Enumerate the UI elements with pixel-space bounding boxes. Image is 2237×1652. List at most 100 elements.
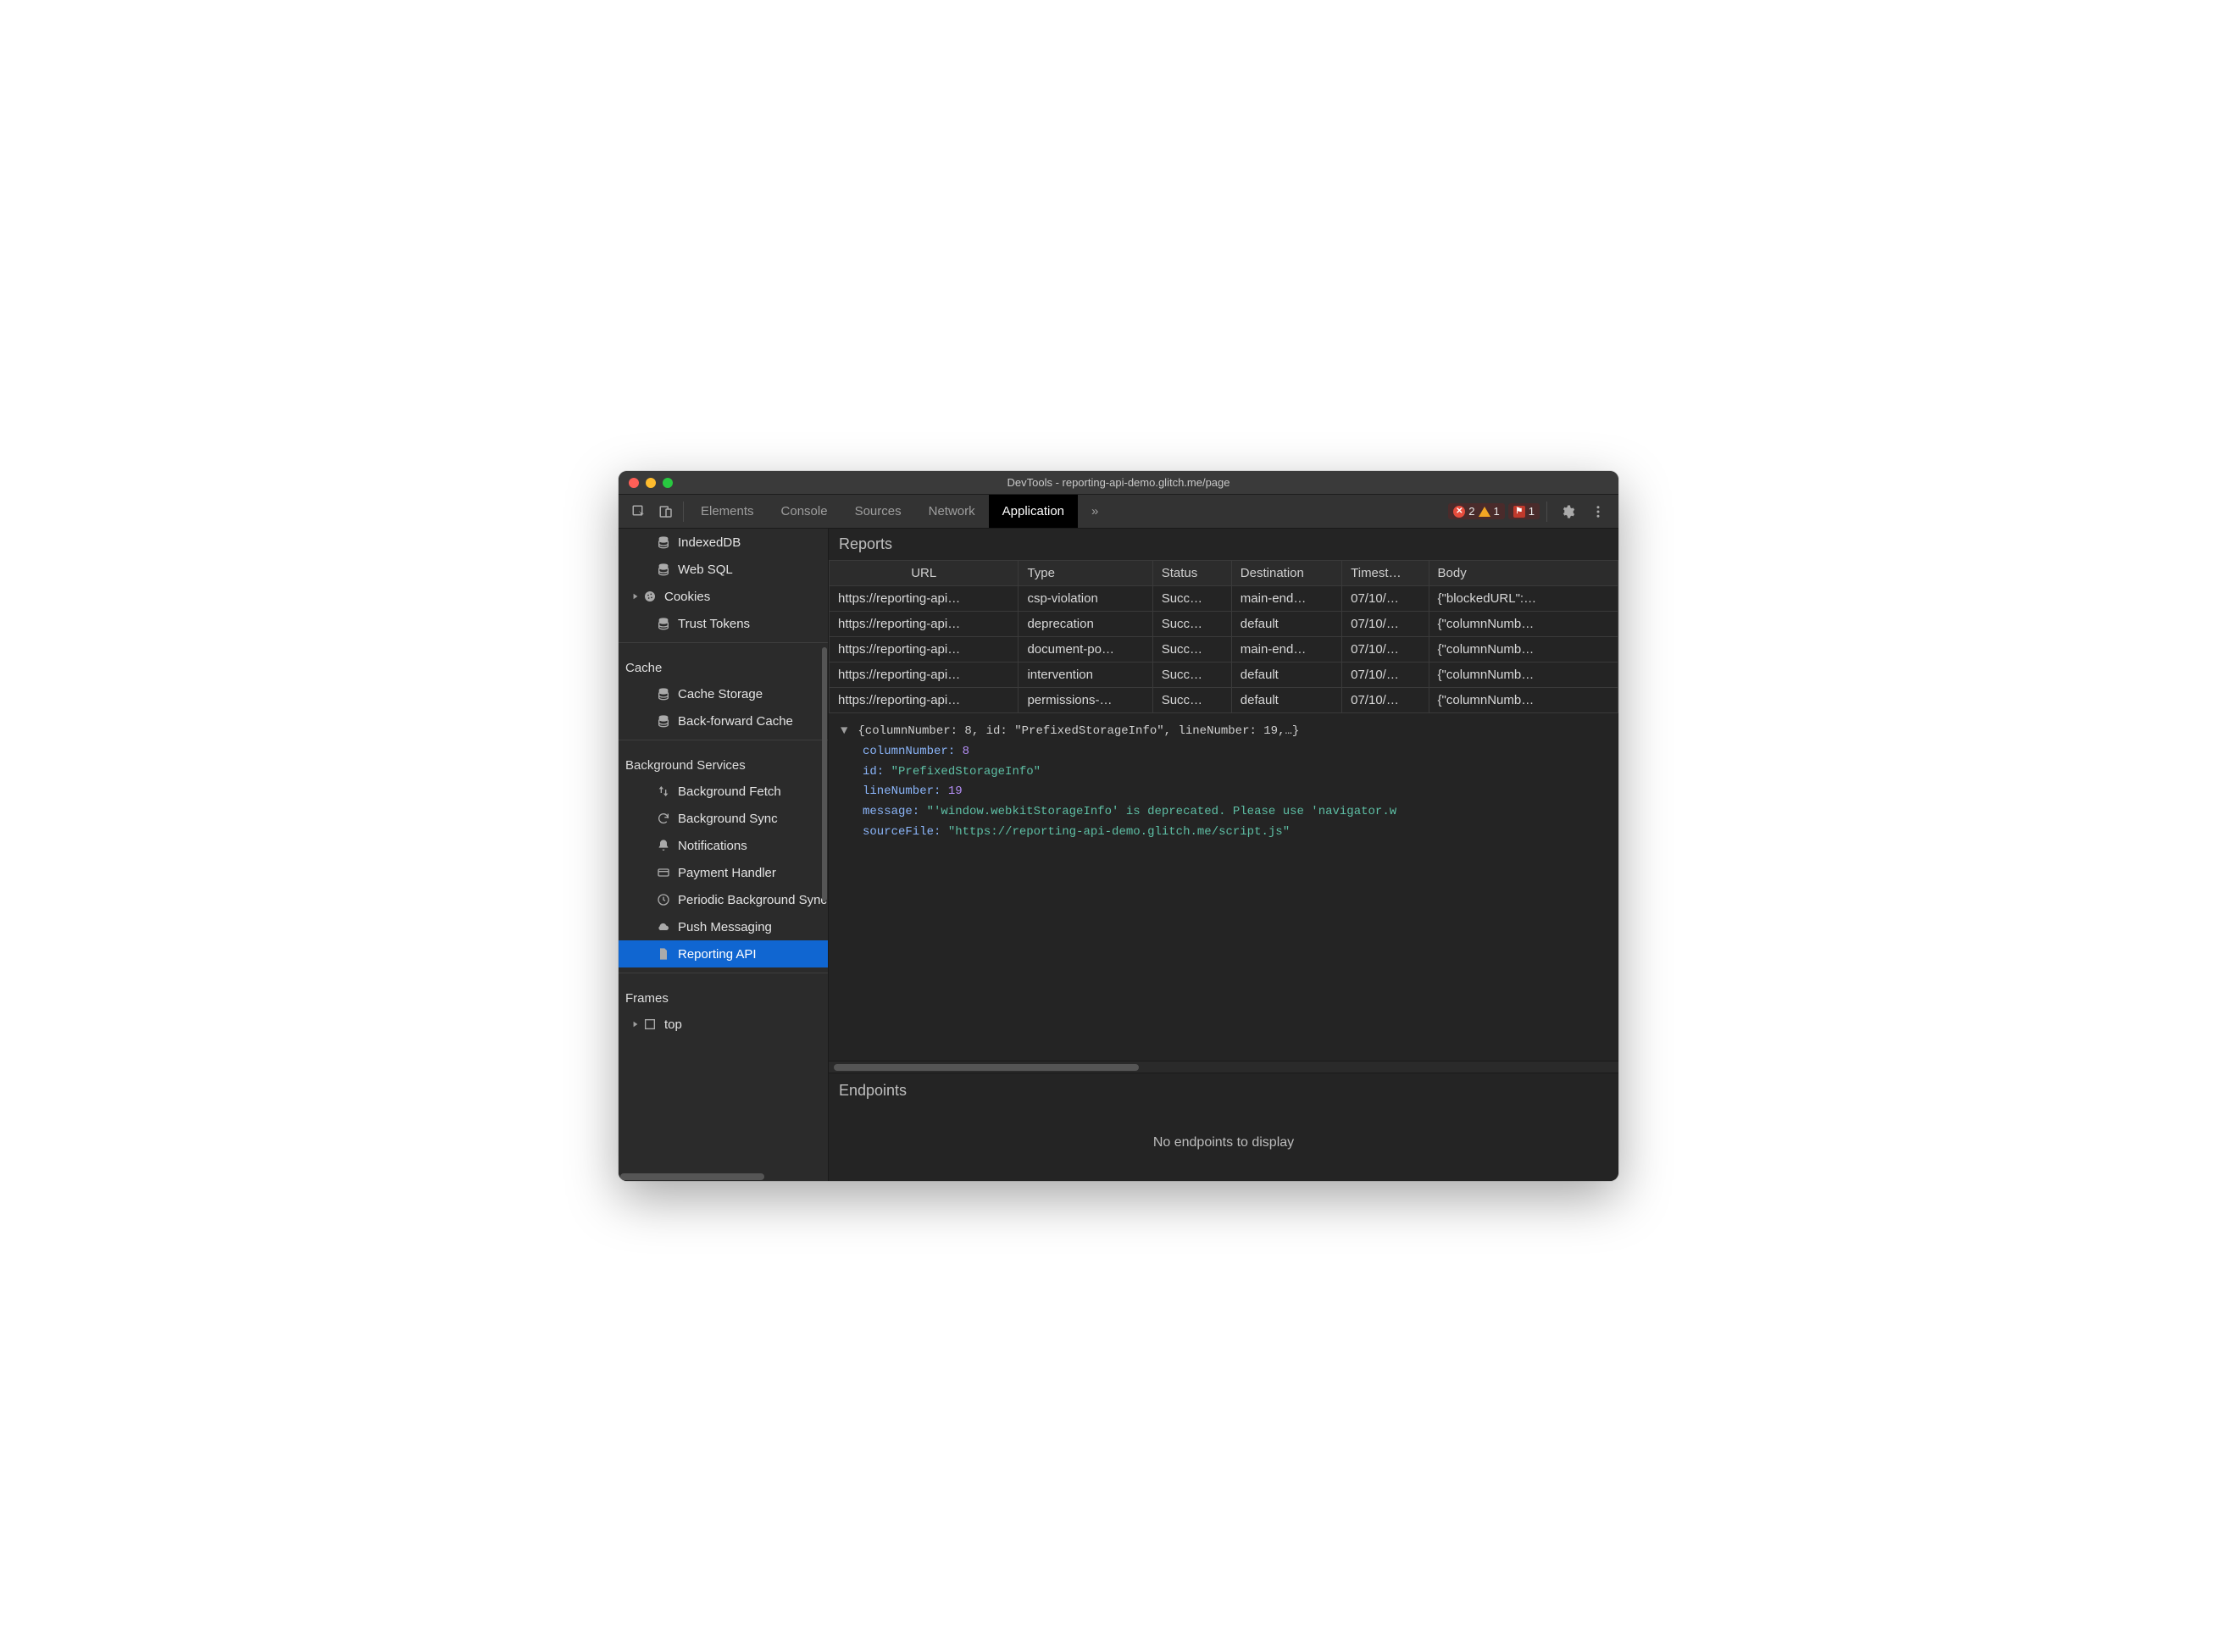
detail-value: "https://reporting-api-demo.glitch.me/sc… [948, 825, 1290, 839]
table-cell-url: https://reporting-api… [830, 688, 1019, 713]
tab-elements[interactable]: Elements [687, 495, 768, 528]
sidebar-item-push-messaging[interactable]: Push Messaging [619, 913, 828, 940]
sidebar-item-label: Periodic Background Sync [678, 893, 827, 907]
toolbar: Elements Console Sources Network Applica… [619, 495, 1618, 529]
sidebar-item-indexeddb[interactable]: IndexedDB [619, 529, 828, 556]
sidebar-item-background-fetch[interactable]: Background Fetch [619, 778, 828, 805]
database-icon [656, 616, 671, 631]
reports-table: URLTypeStatusDestinationTimest…Body http… [829, 560, 1618, 713]
table-cell-body: {"blockedURL":… [1429, 586, 1618, 612]
tab-application[interactable]: Application [989, 495, 1078, 528]
sidebar-group-frames: Frames [619, 978, 828, 1011]
expand-triangle-icon[interactable] [630, 593, 641, 600]
bell-icon [656, 838, 671, 853]
table-cell-type: intervention [1019, 662, 1152, 688]
inspect-element-icon[interactable] [625, 498, 652, 525]
sidebar-item-label: Cookies [664, 590, 710, 604]
sidebar-vertical-scrollbar[interactable] [822, 647, 827, 901]
detail-key: columnNumber: [863, 745, 955, 758]
maximize-window-button[interactable] [663, 478, 673, 488]
table-cell-destination: default [1231, 612, 1341, 637]
issues-chip[interactable]: ⚑ 1 [1508, 503, 1540, 519]
reports-section-title: Reports [829, 529, 1618, 560]
table-cell-url: https://reporting-api… [830, 662, 1019, 688]
table-cell-type: permissions-… [1019, 688, 1152, 713]
sidebar-item-periodic-background-sync[interactable]: Periodic Background Sync [619, 886, 828, 913]
sync-icon [656, 811, 671, 826]
sidebar-group-background-services: Background Services [619, 746, 828, 778]
tab-console[interactable]: Console [768, 495, 841, 528]
sidebar-item-back-forward-cache[interactable]: Back-forward Cache [619, 707, 828, 735]
table-cell-status: Succ… [1152, 612, 1231, 637]
table-cell-timestamp: 07/10/… [1342, 612, 1429, 637]
window-title: DevTools - reporting-api-demo.glitch.me/… [619, 476, 1618, 489]
table-cell-body: {"columnNumb… [1429, 688, 1618, 713]
error-count: 2 [1468, 505, 1474, 518]
toolbar-divider [1546, 502, 1547, 522]
sidebar-separator [619, 642, 828, 643]
sidebar-item-trust-tokens[interactable]: Trust Tokens [619, 610, 828, 637]
panel-tabs: Elements Console Sources Network Applica… [687, 495, 1112, 528]
tab-sources[interactable]: Sources [841, 495, 915, 528]
reports-column-header[interactable]: Destination [1231, 561, 1341, 586]
sidebar-item-label: Cache Storage [678, 687, 763, 701]
sidebar-item-label: Notifications [678, 839, 747, 853]
tab-more[interactable]: » [1078, 495, 1112, 528]
detail-key: lineNumber: [863, 784, 941, 798]
warning-count: 1 [1494, 505, 1500, 518]
sidebar-item-payment-handler[interactable]: Payment Handler [619, 859, 828, 886]
table-row[interactable]: https://reporting-api…interventionSucc…d… [830, 662, 1618, 688]
file-icon [656, 946, 671, 962]
sidebar-item-background-sync[interactable]: Background Sync [619, 805, 828, 832]
reports-column-header[interactable]: URL [830, 561, 1019, 586]
table-cell-status: Succ… [1152, 688, 1231, 713]
scrollbar-thumb[interactable] [834, 1064, 1139, 1071]
sidebar-item-cookies[interactable]: Cookies [619, 583, 828, 610]
table-row[interactable]: https://reporting-api…deprecationSucc…de… [830, 612, 1618, 637]
expand-triangle-icon[interactable] [630, 1021, 641, 1028]
cloud-icon [656, 919, 671, 934]
table-cell-timestamp: 07/10/… [1342, 688, 1429, 713]
main-horizontal-scrollbar[interactable] [829, 1061, 1618, 1073]
table-cell-body: {"columnNumb… [1429, 662, 1618, 688]
detail-key: sourceFile: [863, 825, 941, 839]
window-controls [619, 478, 673, 488]
sidebar-item-web-sql[interactable]: Web SQL [619, 556, 828, 583]
reports-column-header[interactable]: Timest… [1342, 561, 1429, 586]
updown-icon [656, 784, 671, 799]
sidebar-item-reporting-api[interactable]: Reporting API [619, 940, 828, 967]
scrollbar-thumb[interactable] [620, 1173, 764, 1180]
detail-summary[interactable]: {columnNumber: 8, id: "PrefixedStorageIn… [858, 724, 1299, 738]
table-row[interactable]: https://reporting-api…document-po…Succ…m… [830, 637, 1618, 662]
table-cell-url: https://reporting-api… [830, 612, 1019, 637]
table-cell-destination: main-end… [1231, 637, 1341, 662]
sidebar-horizontal-scrollbar[interactable] [619, 1172, 828, 1181]
table-cell-destination: default [1231, 688, 1341, 713]
titlebar: DevTools - reporting-api-demo.glitch.me/… [619, 471, 1618, 495]
reports-column-header[interactable]: Type [1019, 561, 1152, 586]
expand-triangle-icon[interactable]: ▼ [841, 722, 851, 742]
console-counts-chip[interactable]: ✕ 2 1 [1448, 503, 1504, 519]
reports-column-header[interactable]: Status [1152, 561, 1231, 586]
more-menu-icon[interactable] [1585, 498, 1612, 525]
table-cell-destination: default [1231, 662, 1341, 688]
sidebar-item-cache-storage[interactable]: Cache Storage [619, 680, 828, 707]
reports-column-header[interactable]: Body [1429, 561, 1618, 586]
minimize-window-button[interactable] [646, 478, 656, 488]
table-cell-timestamp: 07/10/… [1342, 586, 1429, 612]
sidebar-item-label: Web SQL [678, 563, 733, 577]
table-row[interactable]: https://reporting-api…permissions-…Succ…… [830, 688, 1618, 713]
database-icon [656, 686, 671, 701]
device-toolbar-icon[interactable] [652, 498, 680, 525]
error-icon: ✕ [1453, 506, 1465, 518]
table-cell-body: {"columnNumb… [1429, 637, 1618, 662]
table-cell-url: https://reporting-api… [830, 586, 1019, 612]
settings-icon[interactable] [1554, 498, 1581, 525]
endpoints-section-title: Endpoints [829, 1073, 1618, 1105]
issues-count: 1 [1529, 505, 1535, 518]
tab-network[interactable]: Network [915, 495, 989, 528]
close-window-button[interactable] [629, 478, 639, 488]
sidebar-item-notifications[interactable]: Notifications [619, 832, 828, 859]
sidebar-item-top[interactable]: top [619, 1011, 828, 1038]
table-row[interactable]: https://reporting-api…csp-violationSucc…… [830, 586, 1618, 612]
